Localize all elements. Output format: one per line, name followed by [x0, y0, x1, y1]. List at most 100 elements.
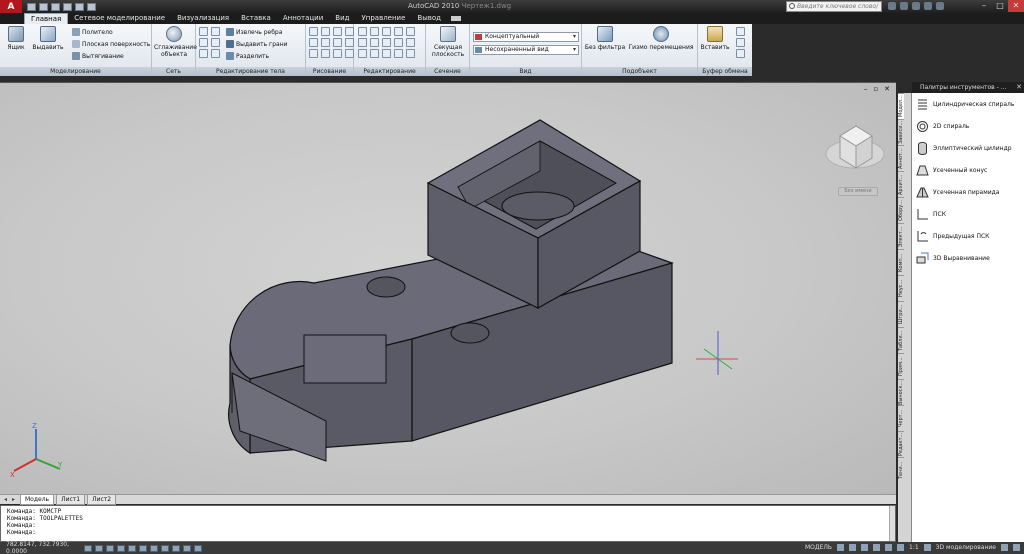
palette-item-elliptic-cylinder[interactable]: Эллиптический цилиндр	[912, 137, 1024, 159]
ortho-icon[interactable]	[106, 544, 114, 552]
close-icon[interactable]: ✕	[1016, 83, 1022, 91]
tab-manage[interactable]: Управление	[356, 13, 412, 24]
intersect-icon[interactable]	[199, 49, 208, 58]
showmotion-icon[interactable]	[897, 544, 905, 551]
communication-icon[interactable]	[912, 2, 920, 10]
mirror-icon[interactable]	[406, 27, 415, 36]
grid-icon[interactable]	[95, 544, 103, 552]
help-icon[interactable]	[936, 2, 944, 10]
section-plane-button[interactable]: Секущая плоскость	[428, 26, 468, 58]
palette-tab[interactable]: Зависи...	[898, 119, 904, 145]
hatch-icon[interactable]	[345, 38, 354, 47]
panel-modeling-title[interactable]: Моделирование	[0, 67, 151, 76]
open-icon[interactable]	[39, 2, 48, 11]
panel-solid-editing-title[interactable]: Редактирование тела	[196, 67, 305, 76]
quick-properties-icon[interactable]	[194, 544, 202, 552]
tab-model[interactable]: Модель	[20, 494, 55, 505]
palette-tab[interactable]: Прим...	[898, 353, 904, 379]
extrude-button[interactable]: Выдавить	[32, 26, 64, 51]
palette-tab[interactable]: Элект...	[898, 223, 904, 249]
panel-subobject-title[interactable]: Подобъект	[582, 67, 697, 76]
panel-clipboard-title[interactable]: Буфер обмена	[698, 67, 752, 76]
extrude-faces-button[interactable]: Выдавить грани	[226, 39, 288, 49]
model-space-label[interactable]: МОДЕЛЬ	[805, 544, 832, 551]
smooth-object-button[interactable]: Сглаживание объекта	[154, 26, 197, 58]
steering-wheel-icon[interactable]	[885, 544, 893, 551]
tab-layout1[interactable]: Лист1	[56, 494, 86, 505]
print-icon[interactable]	[87, 2, 96, 11]
command-line[interactable]: Команда: КОМСТР Команда: TOOLPALETTES Ко…	[0, 505, 896, 542]
ucs-menu[interactable]: Без имени	[838, 187, 878, 196]
palette-tab[interactable]: Неус...	[898, 275, 904, 301]
copy-clip-icon[interactable]	[736, 38, 745, 47]
tab-mesh-modeling[interactable]: Сетевое моделирование	[68, 13, 171, 24]
array-icon[interactable]	[370, 38, 379, 47]
palette-item-frustum-cone[interactable]: Усеченный конус	[912, 159, 1024, 181]
palette-tab[interactable]: Редакт...	[898, 431, 904, 457]
drawing-viewport[interactable]: – ▫ ✕ Z Y X Без имени	[0, 82, 896, 494]
palette-tab[interactable]: Модел...	[898, 93, 904, 119]
panel-mesh-title[interactable]: Сеть	[152, 67, 195, 76]
undo-icon[interactable]	[63, 2, 72, 11]
extract-edges-button[interactable]: Извлечь ребра	[226, 27, 282, 37]
stretch-icon[interactable]	[394, 38, 403, 47]
solid-model[interactable]: Z Y X	[0, 83, 896, 494]
viewcube[interactable]	[824, 118, 886, 186]
workspace-switcher[interactable]: 3D моделирование	[936, 544, 996, 551]
osnap-icon[interactable]	[128, 544, 136, 552]
pan-icon[interactable]	[861, 544, 869, 551]
visual-style-select[interactable]: Концептуальный ▾	[473, 32, 579, 42]
saved-view-select[interactable]: Несохраненный вид ▾	[473, 45, 579, 55]
application-menu-button[interactable]: A	[0, 0, 22, 13]
explode-icon[interactable]	[370, 49, 379, 58]
palette-tab[interactable]: Выноск...	[898, 379, 904, 405]
ellipse-icon[interactable]	[333, 38, 342, 47]
tab-insert[interactable]: Вставка	[235, 13, 277, 24]
search-input[interactable]: Введите ключевое слово/фразу	[786, 1, 882, 19]
rectangle-icon[interactable]	[309, 38, 318, 47]
quick-view-drawings-icon[interactable]	[849, 544, 857, 551]
favorites-icon[interactable]	[924, 2, 932, 10]
line-icon[interactable]	[309, 27, 318, 36]
tab-output[interactable]: Вывод	[411, 13, 447, 24]
palette-item-frustum-pyramid[interactable]: Усеченная пирамида	[912, 181, 1024, 203]
palette-tab[interactable]: Табли...	[898, 327, 904, 353]
coordinate-readout[interactable]: 782.8147, 732.7930, 0.0000	[6, 541, 84, 554]
rotate-icon[interactable]	[370, 27, 379, 36]
scale-icon[interactable]	[406, 38, 415, 47]
separate-button[interactable]: Разделить	[226, 51, 269, 61]
command-prompt[interactable]: Команда:	[7, 529, 889, 536]
toolbar-lock-icon[interactable]	[1001, 544, 1008, 551]
tab-annotate[interactable]: Аннотации	[277, 13, 329, 24]
annotation-visibility-icon[interactable]	[923, 544, 931, 551]
tab-render[interactable]: Визуализация	[171, 13, 235, 24]
cut-icon[interactable]	[736, 27, 745, 36]
union-icon[interactable]	[199, 27, 208, 36]
spline-icon[interactable]	[321, 38, 330, 47]
close-button[interactable]: ✕	[1008, 0, 1024, 12]
snap-icon[interactable]	[84, 544, 92, 552]
3d-move-icon[interactable]	[394, 49, 403, 58]
zoom-icon[interactable]	[873, 544, 881, 551]
align-icon[interactable]	[382, 49, 391, 58]
imprint-icon[interactable]	[211, 49, 220, 58]
interfere-icon[interactable]	[211, 38, 220, 47]
subtract-icon[interactable]	[199, 38, 208, 47]
subscription-icon[interactable]	[900, 2, 908, 10]
boundary-icon[interactable]	[345, 49, 354, 58]
polar-icon[interactable]	[117, 544, 125, 552]
ribbon-minimize-icon[interactable]	[451, 16, 461, 21]
command-scrollbar[interactable]	[889, 506, 895, 541]
fillet-icon[interactable]	[358, 38, 367, 47]
tab-home[interactable]: Главная	[24, 13, 69, 24]
palette-tab[interactable]: Тени...	[898, 457, 904, 483]
new-icon[interactable]	[27, 2, 36, 11]
lineweight-icon[interactable]	[183, 544, 191, 552]
minimize-button[interactable]: –	[976, 0, 992, 12]
move-icon[interactable]	[358, 27, 367, 36]
last-tab-icon[interactable]: ▸	[12, 496, 18, 503]
otrack-icon[interactable]	[150, 544, 158, 552]
ducs-icon[interactable]	[161, 544, 169, 552]
polyline-icon[interactable]	[321, 27, 330, 36]
sweep-button[interactable]: Вытягивание	[72, 51, 124, 61]
